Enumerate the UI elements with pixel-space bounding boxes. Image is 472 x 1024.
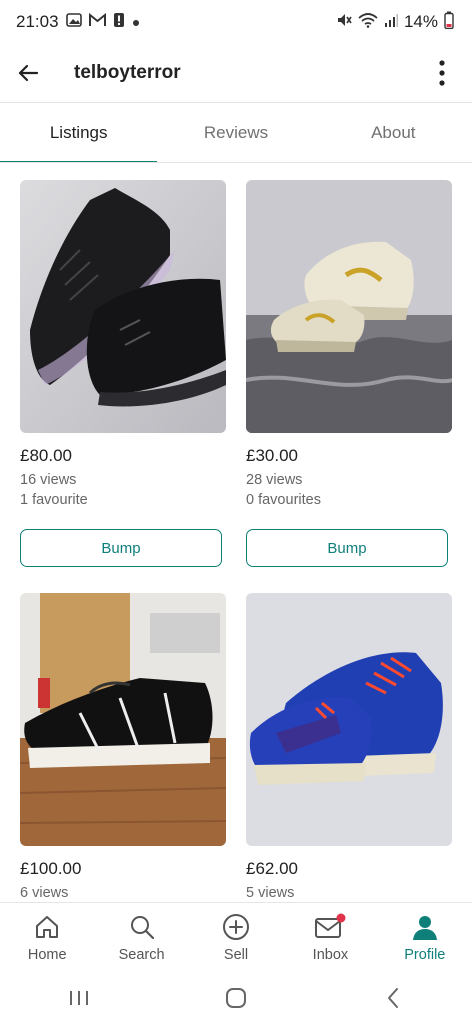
home-circle-icon xyxy=(225,988,246,1008)
tab-listings[interactable]: Listings xyxy=(0,103,158,163)
listing-price: £100.00 xyxy=(20,859,82,878)
listing-card[interactable]: £30.00 28 views 0 favourites Bump xyxy=(246,180,452,567)
more-options-button[interactable] xyxy=(422,44,462,102)
back-arrow-icon xyxy=(18,64,39,82)
gmail-icon xyxy=(88,12,106,32)
nav-sell-label: Sell xyxy=(223,947,249,963)
tab-about[interactable]: About xyxy=(315,103,472,163)
listing-views: 28 views xyxy=(246,472,303,488)
listing-views: 5 views xyxy=(246,885,295,901)
bump-button[interactable]: Bump xyxy=(246,529,448,567)
nav-search[interactable]: Search xyxy=(94,903,188,973)
kebab-menu-icon xyxy=(439,60,445,86)
page-title: telboyterror xyxy=(74,62,181,83)
alert-icon xyxy=(113,12,125,33)
listing-photo-black-sneakers[interactable] xyxy=(20,180,226,433)
nav-inbox-label: Inbox xyxy=(312,947,349,963)
dot-icon xyxy=(132,12,140,32)
home-system-button[interactable] xyxy=(206,978,266,1018)
tabs-divider xyxy=(0,162,472,163)
listing-photo-black-strap-sneakers[interactable] xyxy=(20,593,226,846)
listing-card[interactable]: £100.00 6 views xyxy=(20,593,226,901)
status-left: 21:03 xyxy=(16,12,140,33)
mute-icon xyxy=(336,12,352,33)
nav-search-label: Search xyxy=(118,947,165,963)
status-time: 21:03 xyxy=(16,12,59,31)
bump-button[interactable]: Bump xyxy=(20,529,222,567)
gallery-icon xyxy=(65,12,82,32)
listing-price: £80.00 xyxy=(20,446,72,465)
battery-icon xyxy=(444,11,454,34)
nav-home[interactable]: Home xyxy=(0,903,94,973)
signal-icon xyxy=(384,12,398,32)
profile-tabs: Listings Reviews About xyxy=(0,103,472,163)
nav-profile[interactable]: Profile xyxy=(378,903,472,973)
system-nav-bar xyxy=(0,972,472,1024)
listing-card[interactable]: £62.00 5 views xyxy=(246,593,452,901)
nav-inbox[interactable]: Inbox xyxy=(283,903,377,973)
nav-profile-label: Profile xyxy=(404,947,446,963)
listing-views: 6 views xyxy=(20,885,69,901)
recent-apps-button[interactable] xyxy=(49,978,109,1018)
plus-circle-icon xyxy=(223,914,250,940)
home-icon xyxy=(36,916,59,938)
listing-views: 16 views xyxy=(20,472,77,488)
bottom-nav: Home Search Sell Inbox Profile xyxy=(0,902,472,973)
listing-favourites: 1 favourite xyxy=(20,492,88,508)
back-button[interactable] xyxy=(0,44,56,102)
recent-apps-icon xyxy=(69,991,88,1005)
status-bar: 21:03 14% xyxy=(0,0,472,44)
chevron-left-icon xyxy=(388,988,399,1008)
listing-photo-blue-orange-sneakers[interactable] xyxy=(246,593,452,846)
tab-reviews[interactable]: Reviews xyxy=(157,103,314,163)
listing-price: £30.00 xyxy=(246,446,298,465)
mail-icon xyxy=(315,913,346,938)
listing-favourites: 0 favourites xyxy=(246,492,321,508)
nav-home-label: Home xyxy=(27,947,67,963)
person-icon xyxy=(412,916,437,940)
listing-photo-white-gold-sneakers[interactable] xyxy=(246,180,452,433)
wifi-icon xyxy=(358,12,378,33)
battery-percent: 14% xyxy=(403,12,438,31)
listings-grid: £80.00 16 views 1 favourite Bump £30.00 … xyxy=(20,180,452,902)
search-icon xyxy=(130,916,154,940)
listing-price: £62.00 xyxy=(246,859,298,878)
app-header: telboyterror xyxy=(0,44,472,102)
status-right: 14% xyxy=(336,11,454,34)
back-system-button[interactable] xyxy=(363,978,423,1018)
listing-card[interactable]: £80.00 16 views 1 favourite Bump xyxy=(20,180,226,567)
nav-sell[interactable]: Sell xyxy=(189,903,283,973)
